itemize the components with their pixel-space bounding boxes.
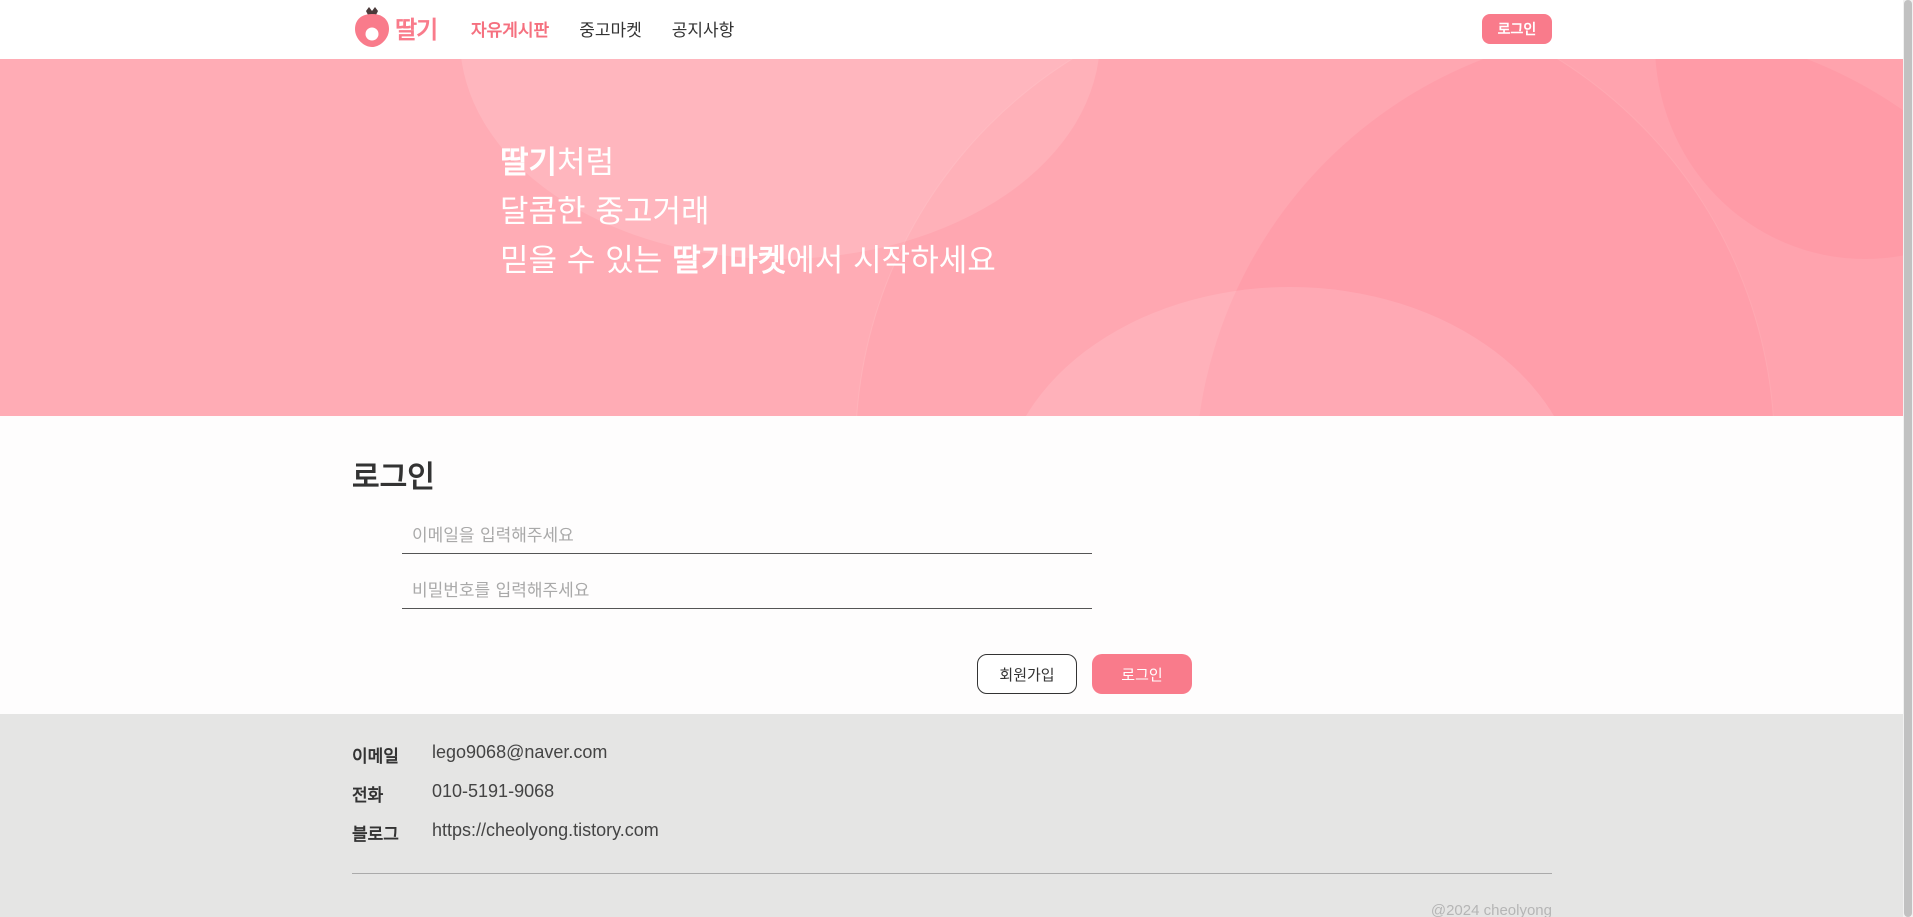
password-field[interactable]: [402, 574, 1092, 609]
scrollbar-thumb[interactable]: [1904, 0, 1912, 917]
page-title: 로그인: [352, 460, 435, 495]
hero-banner: 딸기처럼 달콤한 중고거래 믿을 수 있는 딸기마켓에서 시작하세요: [0, 59, 1903, 416]
footer-email: 이메일 lego9068@naver.com: [352, 742, 607, 767]
copyright: @2024 cheolyong: [1430, 902, 1552, 917]
footer-divider: [352, 873, 1552, 874]
logo[interactable]: 딸기: [352, 5, 438, 49]
footer-label: 이메일: [352, 747, 399, 767]
header: 딸기 자유게시판 중고마켓 공지사항 로그인: [0, 0, 1903, 59]
nav-notice[interactable]: 공지사항: [672, 16, 735, 41]
hero-line-1: 딸기처럼: [500, 145, 615, 181]
hero-slogan: 딸기처럼 달콤한 중고거래 믿을 수 있는 딸기마켓에서 시작하세요: [500, 139, 996, 286]
footer-value: 010-5191-9068: [432, 781, 555, 801]
footer-phone: 전화 010-5191-9068: [352, 781, 554, 806]
signup-button[interactable]: 회원가입: [977, 654, 1077, 694]
nav-free-board[interactable]: 자유게시판: [471, 16, 549, 41]
password-input[interactable]: [402, 574, 1092, 608]
strawberry-icon: [352, 5, 392, 49]
hero-line-2: 달콤한 중고거래: [500, 194, 710, 230]
nav-used-market[interactable]: 중고마켓: [579, 16, 642, 41]
footer: 이메일 lego9068@naver.com 전화 010-5191-9068 …: [0, 714, 1903, 917]
email-field[interactable]: [402, 519, 1092, 554]
main-nav: 자유게시판 중고마켓 공지사항: [471, 16, 734, 41]
footer-label: 전화: [352, 786, 384, 806]
footer-blog: 블로그 https://cheolyong.tistory.com: [352, 820, 659, 845]
logo-text: 딸기: [395, 15, 438, 44]
footer-value[interactable]: https://cheolyong.tistory.com: [432, 820, 659, 845]
login-submit-button[interactable]: 로그인: [1092, 654, 1192, 694]
footer-value: lego9068@naver.com: [432, 742, 608, 762]
email-input[interactable]: [402, 519, 1092, 553]
header-login-button[interactable]: 로그인: [1482, 14, 1552, 44]
footer-label: 블로그: [352, 825, 399, 845]
hero-line-3: 믿을 수 있는 딸기마켓에서 시작하세요: [500, 243, 996, 279]
